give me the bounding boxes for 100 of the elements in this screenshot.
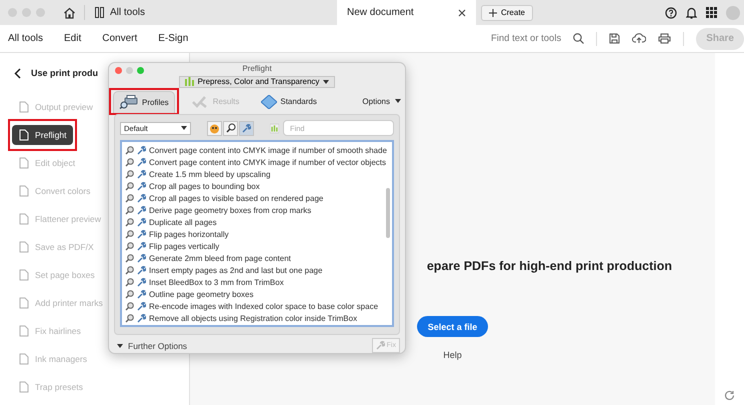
search-icon[interactable] — [573, 33, 584, 44]
dialog-tab[interactable]: Standards — [256, 90, 322, 112]
magnifier-icon — [125, 242, 134, 250]
profile-name[interactable]: Flip pages horizontally — [149, 230, 229, 238]
profile-name[interactable]: Crop all pages to bounding box — [149, 182, 260, 190]
wrench-icon — [137, 218, 146, 226]
disclosure-triangle-icon — [117, 344, 123, 348]
printer-magnifier-icon — [119, 95, 139, 109]
wrench-icon — [137, 254, 146, 262]
profile-name[interactable]: Remove all objects using Registration color inside TrimBox — [149, 314, 358, 322]
diamond-icon — [261, 94, 278, 108]
dialog-minimize-dot[interactable] — [126, 67, 133, 74]
wrench-icon — [376, 341, 385, 350]
page-icon — [18, 241, 30, 253]
magnifier-icon — [125, 230, 134, 238]
wrench-icon — [137, 314, 146, 322]
dialog-title: Preflight — [242, 64, 272, 74]
profile-name[interactable]: Derive page geometry boxes from crop marks — [149, 206, 312, 214]
menu-item[interactable]: All tools — [8, 33, 44, 44]
profile-name[interactable]: Duplicate all pages — [149, 218, 217, 226]
profile-name[interactable]: Inset BleedBox to 3 mm from TrimBox — [149, 278, 284, 286]
page-icon — [18, 213, 30, 225]
dialog-zoom-dot[interactable] — [137, 67, 144, 74]
panel-title: Use print produ — [31, 68, 98, 78]
magnifier-icon — [125, 254, 134, 262]
page-icon — [18, 129, 30, 141]
menu-item[interactable]: Convert — [102, 33, 138, 44]
magnifier-icon — [125, 278, 134, 286]
menu-item[interactable]: E-Sign — [158, 33, 188, 44]
create-button[interactable]: Create — [480, 4, 533, 20]
wrench-icon — [137, 194, 146, 202]
search-button[interactable] — [223, 120, 238, 136]
page-heading: epare PDFs for high-end print production — [426, 259, 672, 273]
wrench-icon — [137, 302, 146, 310]
caret-icon — [395, 99, 401, 103]
page-icon — [18, 325, 30, 337]
page-icon — [18, 353, 30, 365]
tool-item[interactable]: Preflight — [12, 125, 73, 145]
profile-name[interactable]: Create 1.5 mm bleed by upscaling — [149, 170, 270, 178]
printer-icon[interactable] — [658, 33, 672, 44]
profile-name[interactable]: Re-encode images with Indexed color space to base color space — [149, 302, 378, 310]
wrench-icon — [137, 242, 146, 250]
wrench-icon — [137, 182, 146, 190]
bell-icon[interactable] — [686, 6, 697, 18]
dialog-close-dot[interactable] — [115, 67, 122, 74]
magnifier-icon — [125, 194, 134, 202]
profile-name[interactable]: Crop all pages to visible based on rendered page — [149, 194, 324, 202]
profile-name[interactable]: Generate 2mm bleed from page content — [149, 254, 291, 262]
plus-icon — [488, 8, 497, 16]
profile-name[interactable]: Outline page geometry boxes — [149, 290, 254, 298]
magnifier-icon — [125, 290, 134, 298]
magnifier-icon — [125, 146, 134, 154]
profile-name[interactable]: Convert page content into CMYK image if number of vector objects — [149, 158, 386, 166]
filter-button[interactable] — [207, 120, 222, 136]
wrench-icon — [137, 170, 146, 178]
help-icon[interactable] — [664, 6, 677, 18]
refresh-icon[interactable] — [724, 390, 735, 401]
wrench-icon — [137, 206, 146, 214]
help-link[interactable]: Help — [443, 350, 462, 360]
dialog-tab[interactable]: Profiles — [113, 90, 175, 112]
caret-icon — [323, 80, 330, 84]
profile-name[interactable]: Convert page content into CMYK image if number of smooth shade — [149, 146, 387, 154]
page-icon — [18, 297, 30, 309]
page-icon — [18, 269, 30, 281]
magnifier-icon — [125, 302, 134, 310]
close-icon[interactable] — [458, 8, 466, 16]
magnifier-icon — [125, 182, 134, 190]
profile-name[interactable]: Flip pages vertically — [149, 242, 220, 250]
magnifier-icon — [125, 206, 134, 214]
home-icon[interactable] — [63, 6, 76, 18]
wrench-icon — [137, 266, 146, 274]
bar-chart-icon — [184, 77, 194, 86]
apps-grid-icon[interactable] — [706, 7, 717, 18]
scrollbar-thumb[interactable] — [386, 188, 390, 238]
wrench-icon — [137, 146, 146, 154]
menu-item[interactable]: Edit — [64, 33, 82, 44]
document-tab[interactable]: New document — [336, 0, 476, 25]
wrench-icon — [137, 158, 146, 166]
magnifier-icon — [125, 218, 134, 226]
further-options-toggle[interactable]: Further Options — [128, 340, 188, 350]
magnifier-icon — [125, 314, 134, 322]
select-file-button[interactable]: Select a file — [416, 316, 488, 337]
library-dropdown[interactable]: Prepress, Color and Transparency — [178, 76, 336, 88]
books-icon — [95, 7, 104, 18]
save-icon[interactable] — [609, 33, 620, 44]
wrench-icon — [137, 230, 146, 238]
profile-name[interactable]: Insert empty pages as 2nd and last but one page — [149, 266, 322, 274]
magnifier-icon — [125, 266, 134, 274]
page-icon — [18, 381, 30, 393]
wrench-icon — [137, 278, 146, 286]
find-text-field[interactable]: Find text or tools — [490, 33, 562, 44]
back-icon[interactable] — [14, 68, 21, 78]
page-icon — [18, 157, 30, 169]
page-icon — [18, 101, 30, 113]
options-menu[interactable]: Options — [362, 96, 401, 106]
document-tab[interactable]: All tools — [85, 0, 205, 25]
cloud-upload-icon[interactable] — [632, 33, 646, 44]
magnifier-icon — [125, 170, 134, 178]
wrench-icon — [137, 290, 146, 298]
page-icon — [18, 185, 30, 197]
